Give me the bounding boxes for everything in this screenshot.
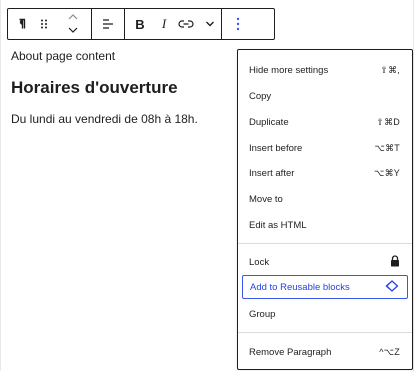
menu-item-remove-paragraph[interactable]: Remove Paragraph ^⌥Z [242, 340, 408, 364]
menu-item-label: Lock [249, 256, 270, 268]
block-options-menu: Hide more settings ⇧⌘, Copy Duplicate ⇧⌘… [237, 49, 413, 370]
menu-item-insert-before[interactable]: Insert before ⌥⌘T [242, 136, 408, 160]
move-up-down-icon[interactable] [55, 9, 91, 39]
shortcut-text: ⇧⌘D [376, 116, 400, 127]
menu-item-move-to[interactable]: Move to [242, 187, 408, 211]
menu-item-label: Insert before [249, 142, 303, 154]
chevron-down-icon[interactable] [199, 9, 221, 39]
menu-item-add-to-reusable-blocks[interactable]: Add to Reusable blocks [242, 275, 408, 299]
menu-item-label: Add to Reusable blocks [250, 281, 350, 293]
block-type-group [8, 9, 92, 39]
editor-canvas: B I About page content Horaires d'ouvert… [0, 0, 414, 371]
alignment-group [92, 9, 125, 39]
more-options-icon[interactable] [222, 9, 253, 39]
menu-item-label: Duplicate [249, 116, 289, 128]
menu-item-label: Group [249, 308, 276, 320]
block-toolbar: B I [7, 8, 275, 40]
options-group [222, 9, 253, 39]
paragraph-block[interactable]: Du lundi au vendredi de 08h à 18h. [11, 112, 198, 126]
drag-handle-icon[interactable] [33, 9, 55, 39]
menu-item-label: Remove Paragraph [249, 346, 332, 358]
menu-item-label: Insert after [249, 167, 295, 179]
menu-item-hide-more-settings[interactable]: Hide more settings ⇧⌘, [242, 58, 408, 82]
italic-icon[interactable]: I [155, 9, 173, 39]
menu-item-label: Edit as HTML [249, 219, 307, 231]
align-icon[interactable] [92, 9, 124, 39]
menu-divider [238, 243, 412, 244]
menu-item-insert-after[interactable]: Insert after ⌥⌘Y [242, 161, 408, 185]
menu-item-duplicate[interactable]: Duplicate ⇧⌘D [242, 110, 408, 134]
menu-divider [238, 332, 412, 333]
page-content-label: About page content [11, 49, 116, 63]
paragraph-icon[interactable] [8, 9, 33, 39]
menu-item-copy[interactable]: Copy [242, 84, 408, 108]
menu-item-lock[interactable]: Lock [242, 250, 408, 274]
menu-item-label: Hide more settings [249, 64, 329, 76]
shortcut-text: ⌥⌘T [374, 142, 400, 153]
shortcut-text: ⇧⌘, [380, 64, 400, 75]
heading-block[interactable]: Horaires d'ouverture [11, 78, 178, 98]
shortcut-text: ⌥⌘Y [374, 167, 400, 178]
bold-icon[interactable]: B [125, 9, 155, 39]
lock-icon [390, 254, 400, 270]
reusable-block-icon [385, 279, 399, 295]
menu-item-label: Copy [249, 90, 272, 102]
menu-item-label: Move to [249, 193, 283, 205]
formatting-group: B I [125, 9, 222, 39]
link-icon[interactable] [173, 9, 199, 39]
menu-item-group[interactable]: Group [242, 302, 408, 326]
shortcut-text: ^⌥Z [379, 346, 400, 357]
menu-item-edit-as-html[interactable]: Edit as HTML [242, 213, 408, 237]
